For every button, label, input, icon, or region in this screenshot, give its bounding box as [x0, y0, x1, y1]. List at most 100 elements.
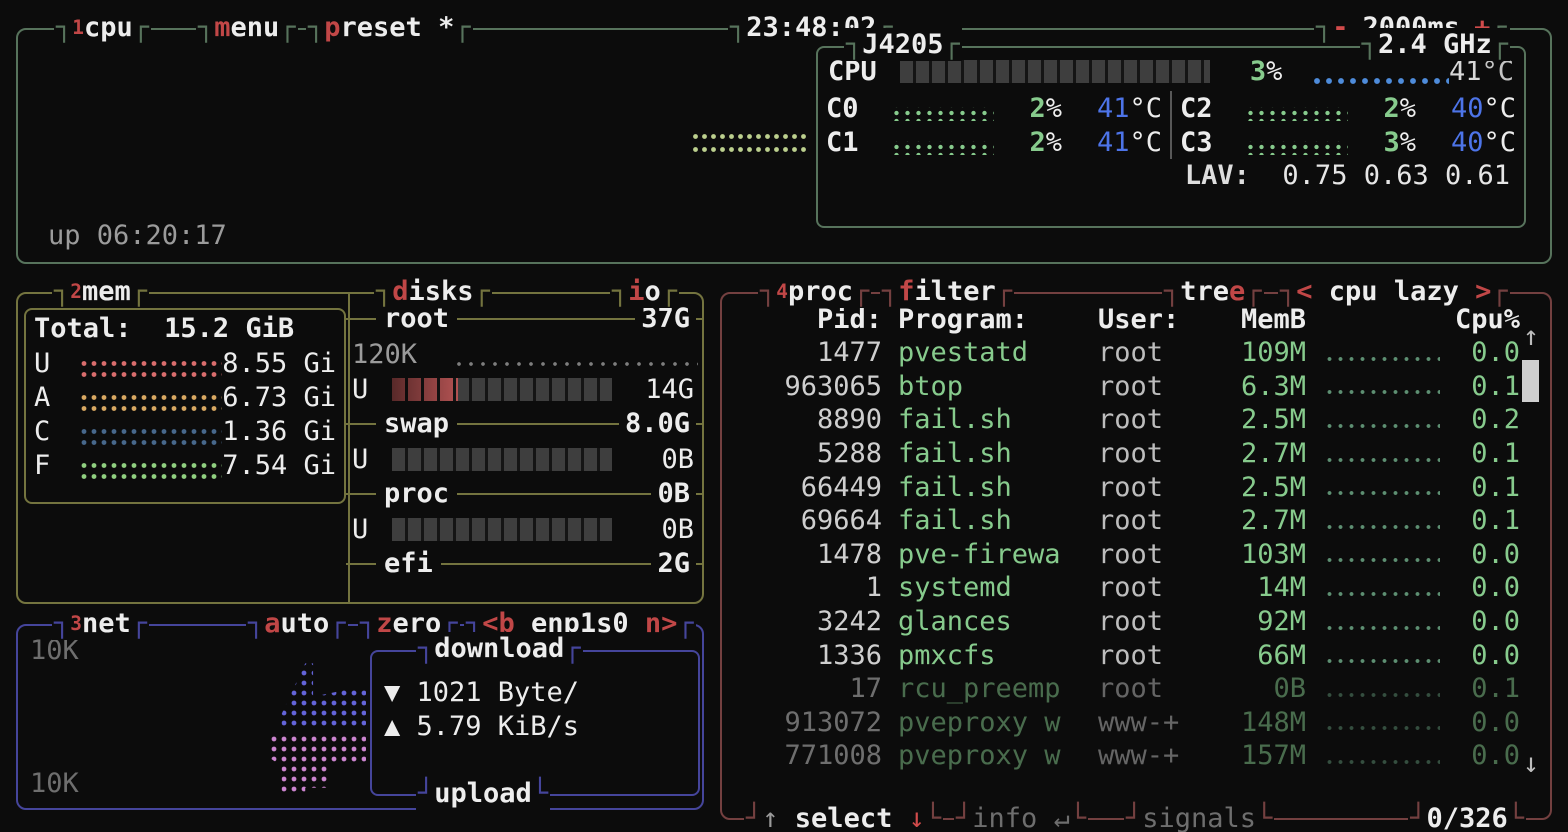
process-cpu-graph: [1306, 442, 1446, 466]
select-down-icon[interactable]: ↓: [909, 802, 925, 832]
process-row[interactable]: 1477 pvestatd root 109M 0.0: [722, 336, 1550, 370]
border-hook: ┐: [730, 11, 746, 44]
process-pid: 771008: [734, 739, 882, 772]
memory-panel: ┐2mem┌ ┐disks┌ ┐io┌ Total: 15.2 GiB U 8.…: [16, 292, 704, 604]
process-cpu-graph: [1306, 475, 1446, 499]
upload-title: ┘upload└: [416, 777, 550, 810]
disk-used-label: U: [352, 513, 392, 546]
core-temp: 41°C: [1062, 126, 1162, 159]
cpu-cores-right-column: C2 2% 40°C C3 3% 40°C: [1170, 91, 1524, 159]
process-row[interactable]: 913072 pveproxy w www-+ 148M 0.0: [722, 706, 1550, 740]
border-hook: ┘: [746, 802, 762, 832]
disk-used-label: U: [352, 373, 392, 406]
core-percent: 2%: [1002, 126, 1062, 159]
border-hook: ┐: [308, 11, 324, 44]
process-row[interactable]: 3242 glances root 92M 0.0: [722, 605, 1550, 639]
info-button[interactable]: ┘info ↵└: [954, 802, 1088, 832]
border-hook: ┐: [56, 11, 72, 44]
process-pid: 1477: [734, 336, 882, 369]
mem-disks-divider: [348, 292, 350, 604]
process-cpu-graph: [1306, 374, 1446, 398]
net-auto-button[interactable]: ┐auto┌: [246, 607, 348, 640]
cpu-cores-left-column: C0 2% 41°C C1 2% 41°C: [818, 91, 1170, 159]
process-row[interactable]: 963065 btop root 6.3M 0.1: [722, 370, 1550, 404]
filter-button[interactable]: ┐filter┌: [880, 275, 1014, 308]
disks-toggle[interactable]: ┐disks┌: [374, 275, 492, 308]
core-usage-graph: [1244, 107, 1348, 121]
process-cpu-graph: [1306, 341, 1446, 365]
tree-button[interactable]: ┐tree┌: [1162, 275, 1264, 308]
disk-io-row: 120K: [352, 337, 698, 372]
border-hook: ┐: [1316, 11, 1332, 44]
cpu-panel: ┐1cpu┌ ┐menu┌ ┐preset *┌ ┐23:48:02┌ ┐ - …: [16, 28, 1552, 264]
scrollbar-thumb[interactable]: [1522, 360, 1539, 402]
process-row[interactable]: 66449 fail.sh root 2.5M 0.1: [722, 470, 1550, 504]
mem-stats-subpanel: Total: 15.2 GiB U 8.55 Gi A 6.73 Gi C 1.…: [24, 308, 346, 504]
process-user: www-+: [1098, 706, 1210, 739]
process-mem: 103M: [1210, 538, 1306, 571]
process-cpu-graph: [1306, 677, 1446, 701]
io-toggle[interactable]: ┐io┌: [610, 275, 679, 308]
process-row[interactable]: 1478 pve-firewa root 103M 0.0: [722, 538, 1550, 572]
load-average-row: LAV: 0.75 0.63 0.61: [818, 159, 1524, 193]
process-name: fail.sh: [882, 403, 1098, 436]
process-row[interactable]: 69664 fail.sh root 2.7M 0.1: [722, 504, 1550, 538]
core-name: C0: [826, 92, 882, 125]
menu-button[interactable]: ┐menu┌: [196, 11, 298, 44]
process-row[interactable]: 17 rcu_preemp root 0B 0.1: [722, 672, 1550, 706]
border-hook: ┐: [1362, 28, 1378, 61]
info-label: info: [972, 802, 1037, 832]
core-percent: 3%: [1356, 126, 1416, 159]
process-row[interactable]: 5288 fail.sh root 2.7M 0.1: [722, 437, 1550, 471]
cpu-core-row: C1 2% 41°C: [818, 125, 1170, 159]
cpu-core-row: C0 2% 41°C: [818, 91, 1170, 125]
mem-row-graph: [78, 390, 222, 412]
disk-used-meter: [392, 448, 612, 471]
border-hook: └: [1070, 802, 1086, 832]
process-cpu: 0.2: [1446, 403, 1520, 436]
process-row[interactable]: 8890 fail.sh root 2.5M 0.2: [722, 403, 1550, 437]
core-name: C2: [1180, 92, 1236, 125]
scroll-down-icon[interactable]: ↓: [1518, 747, 1544, 780]
process-cpu-graph: [1306, 643, 1446, 667]
process-row[interactable]: 1 systemd root 14M 0.0: [722, 571, 1550, 605]
scroll-up-icon[interactable]: ↑: [1518, 320, 1544, 353]
proc-table-body: 1477 pvestatd root 109M 0.0 963065 btop …: [722, 336, 1550, 773]
tab-mem[interactable]: ┐2mem┌: [52, 275, 149, 308]
sort-next-button[interactable]: >: [1475, 275, 1491, 308]
mem-row-key: F: [34, 449, 78, 482]
network-panel: ┐3net┌ ┐auto┌ ┐zero┌ ┐ <b enp1s0 n> ┌ 10…: [16, 624, 704, 810]
mem-row-value: 7.54 Gi: [222, 449, 336, 482]
process-pid: 69664: [734, 504, 882, 537]
disk-used-value: 0B: [612, 513, 698, 546]
border-hook: ┌: [131, 607, 147, 640]
iface-next-button[interactable]: n>: [645, 607, 678, 640]
process-user: root: [1098, 605, 1210, 638]
process-cpu-graph: [1306, 610, 1446, 634]
sort-prev-button[interactable]: <: [1296, 275, 1312, 308]
process-cpu: 0.1: [1446, 672, 1520, 705]
process-mem: 148M: [1210, 706, 1306, 739]
process-pid: 1336: [734, 639, 882, 672]
menu-label: enu: [231, 11, 280, 44]
tab-net[interactable]: ┐3net┌: [52, 607, 149, 640]
process-row[interactable]: 1336 pmxcfs root 66M 0.0: [722, 638, 1550, 672]
process-cpu: 0.0: [1446, 605, 1520, 638]
cpu-stats-subpanel: ┐J4205┌ ┐2.4 GHz┌ CPU 3% 41°C C0 2% 41°C…: [816, 46, 1526, 228]
select-control[interactable]: ┘ ↑ select ↓ └: [744, 802, 943, 832]
tab-cpu[interactable]: ┐1cpu┌: [54, 11, 151, 44]
mem-row: U 8.55 Gi: [34, 346, 336, 380]
border-hook: ┌: [1245, 275, 1261, 308]
proc-hotkey: 4: [776, 275, 788, 308]
disk-size: 2G: [651, 547, 696, 580]
signals-button[interactable]: ┘signals└: [1124, 802, 1274, 832]
select-up-icon[interactable]: ↑: [762, 802, 778, 832]
uptime-label: up 06:20:17: [48, 219, 227, 252]
preset-button[interactable]: ┐preset *┌: [306, 11, 473, 44]
interval-decrease-button[interactable]: -: [1332, 11, 1362, 44]
tab-proc[interactable]: ┐4proc┌: [758, 275, 871, 308]
mem-row: A 6.73 Gi: [34, 380, 336, 414]
border-hook: ┌: [131, 275, 147, 308]
process-row[interactable]: 771008 pveproxy w www-+ 157M 0.0: [722, 739, 1550, 773]
btop-app: ┐1cpu┌ ┐menu┌ ┐preset *┌ ┐23:48:02┌ ┐ - …: [0, 0, 1568, 832]
